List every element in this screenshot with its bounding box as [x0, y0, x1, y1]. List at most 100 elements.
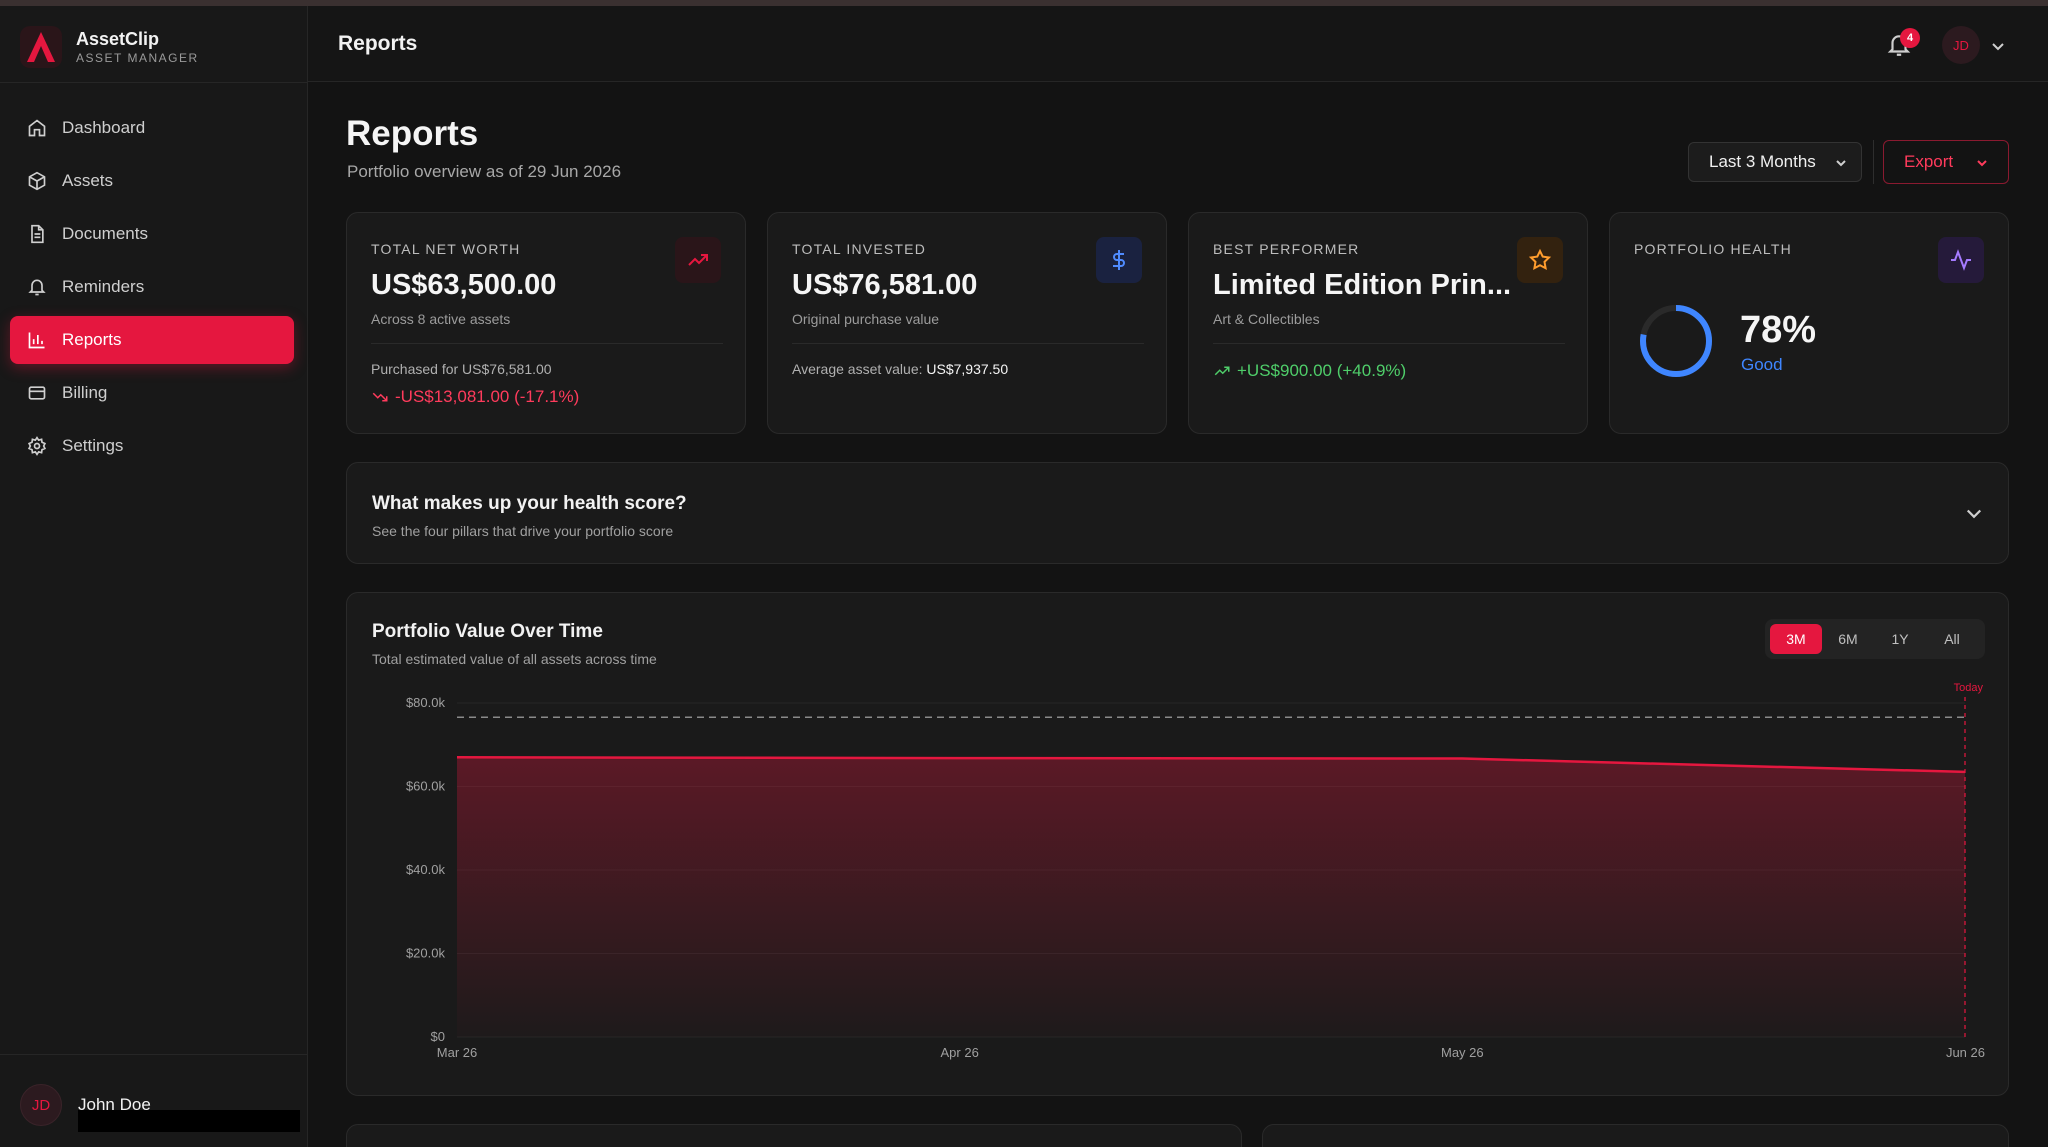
total-invested-card: TOTAL INVESTED US$76,581.00 Original pur… [767, 212, 1167, 434]
sidebar-item-label: Settings [62, 436, 124, 455]
header-title: Reports [338, 32, 418, 55]
document-icon [26, 223, 48, 245]
divider [792, 343, 1144, 344]
change-indicator: +US$900.00 (+40.9%) [1213, 361, 1406, 381]
notification-count-badge: 4 [1900, 28, 1920, 48]
divider [371, 343, 723, 344]
activity-icon [1938, 237, 1984, 283]
app-subtitle: ASSET MANAGER [76, 51, 199, 65]
change-value: +US$900.00 (+40.9%) [1237, 361, 1407, 380]
change-value: -US$13,081.00 (-17.1%) [395, 387, 580, 406]
card-label: BEST PERFORMER [1213, 241, 1360, 257]
y-tick-label: $60.0k [406, 779, 446, 794]
health-ring [1640, 305, 1712, 377]
health-percent: 78% [1740, 309, 1817, 351]
best-performer-card: BEST PERFORMER Limited Edition Prin... A… [1188, 212, 1588, 434]
range-button-all[interactable]: All [1926, 624, 1978, 654]
net-worth-card: TOTAL NET WORTH US$63,500.00 Across 8 ac… [346, 212, 746, 434]
chevron-down-icon [1977, 160, 1987, 167]
range-button-1y[interactable]: 1Y [1874, 624, 1926, 654]
change-indicator: -US$13,081.00 (-17.1%) [371, 387, 579, 407]
chart-subtitle: Total estimated value of all assets acro… [372, 651, 657, 667]
page-subtitle: Portfolio overview as of 29 Jun 2026 [347, 162, 622, 181]
gear-icon [26, 435, 48, 457]
trending-up-icon [1214, 366, 1230, 376]
bottom-card-right [1262, 1124, 2009, 1147]
divider [1213, 343, 1565, 344]
sidebar-item-dashboard[interactable]: Dashboard [10, 104, 294, 152]
value-area [457, 757, 1965, 1037]
dollar-icon [1096, 237, 1142, 283]
brand[interactable]: AssetClip ASSET MANAGER [20, 22, 199, 72]
x-tick-label: Jun 26 [1946, 1045, 1985, 1060]
trending-up-icon [675, 237, 721, 283]
purchase-note: Purchased for US$76,581.00 [371, 361, 552, 377]
average-label: Average asset value: [792, 361, 923, 377]
range-button-6m[interactable]: 6M [1822, 624, 1874, 654]
sidebar-item-documents[interactable]: Documents [10, 210, 294, 258]
y-tick-label: $0 [431, 1029, 445, 1044]
export-button[interactable]: Export [1883, 140, 2009, 184]
trending-down-icon [372, 392, 388, 402]
y-tick-label: $20.0k [406, 946, 446, 961]
top-header: Reports 4 JD [308, 6, 2048, 82]
card-note: Across 8 active assets [371, 311, 511, 327]
card-value: Limited Edition Prin... [1213, 269, 1512, 301]
star-icon [1517, 237, 1563, 283]
chevron-down-icon[interactable] [1964, 503, 1984, 523]
sidebar-item-label: Dashboard [62, 118, 146, 137]
sidebar-item-label: Reports [62, 330, 122, 349]
portfolio-value-chart: $0 $20.0k $40.0k $60.0k $80.0k Mar 26 Apr 26 Ma… [406, 682, 1985, 1060]
health-status: Good [1741, 355, 1783, 374]
sidebar-item-label: Billing [62, 383, 108, 402]
user-profile[interactable]: JD John Doe [20, 1084, 300, 1132]
export-label: Export [1904, 152, 1954, 171]
sidebar-item-billing[interactable]: Billing [10, 369, 294, 417]
sidebar-item-settings[interactable]: Settings [10, 422, 294, 470]
card-note: Art & Collectibles [1213, 311, 1320, 327]
divider [1873, 140, 1874, 184]
card-note: Original purchase value [792, 311, 940, 327]
sidebar: AssetClip ASSET MANAGER Dashboard Assets… [0, 6, 308, 1147]
time-range-toggle: 3M 6M 1Y All [1765, 619, 1985, 659]
divider [0, 82, 308, 83]
range-button-3m[interactable]: 3M [1770, 624, 1822, 654]
sidebar-item-label: Documents [62, 224, 148, 243]
y-tick-label: $80.0k [406, 695, 446, 710]
sidebar-item-reports[interactable]: Reports [10, 316, 294, 364]
credit-card-icon [26, 382, 48, 404]
sidebar-item-label: Assets [62, 171, 114, 190]
chart-title: Portfolio Value Over Time [372, 621, 603, 642]
accordion-subtitle: See the four pillars that drive your por… [372, 523, 674, 539]
avatar: JD [20, 1084, 62, 1126]
average-value: Average asset value: US$7,937.50 [792, 361, 1008, 377]
redacted-email [78, 1110, 300, 1132]
bottom-card-left [346, 1124, 1242, 1147]
avatar[interactable]: JD [1942, 26, 1980, 64]
sidebar-nav: Dashboard Assets Documents Reminders Rep… [10, 104, 294, 475]
card-value: US$63,500.00 [371, 269, 557, 301]
divider [0, 1054, 308, 1055]
y-tick-label: $40.0k [406, 862, 446, 877]
date-range-value: Last 3 Months [1709, 152, 1816, 171]
sidebar-item-assets[interactable]: Assets [10, 157, 294, 205]
sidebar-item-reminders[interactable]: Reminders [10, 263, 294, 311]
portfolio-value-chart-card: Portfolio Value Over Time Total estimate… [346, 592, 2009, 1096]
page-title: Reports [346, 114, 479, 153]
app-name: AssetClip [76, 29, 160, 49]
home-icon [26, 117, 48, 139]
card-label: TOTAL INVESTED [792, 241, 927, 257]
card-label: TOTAL NET WORTH [371, 241, 521, 257]
average-amount: US$7,937.50 [926, 361, 1009, 377]
portfolio-health-card: PORTFOLIO HEALTH 78% Good [1609, 212, 2009, 434]
chevron-down-icon[interactable] [1990, 38, 2006, 54]
sidebar-item-label: Reminders [62, 277, 145, 296]
x-tick-label: Mar 26 [437, 1045, 477, 1060]
card-value: US$76,581.00 [792, 269, 978, 301]
date-range-select[interactable]: Last 3 Months [1688, 142, 1862, 182]
card-label: PORTFOLIO HEALTH [1634, 241, 1792, 257]
today-marker-label: Today [1954, 682, 1984, 694]
chevron-down-icon [1836, 160, 1846, 167]
health-score-accordion[interactable]: What makes up your health score? See the… [346, 462, 2009, 564]
box-icon [26, 170, 48, 192]
